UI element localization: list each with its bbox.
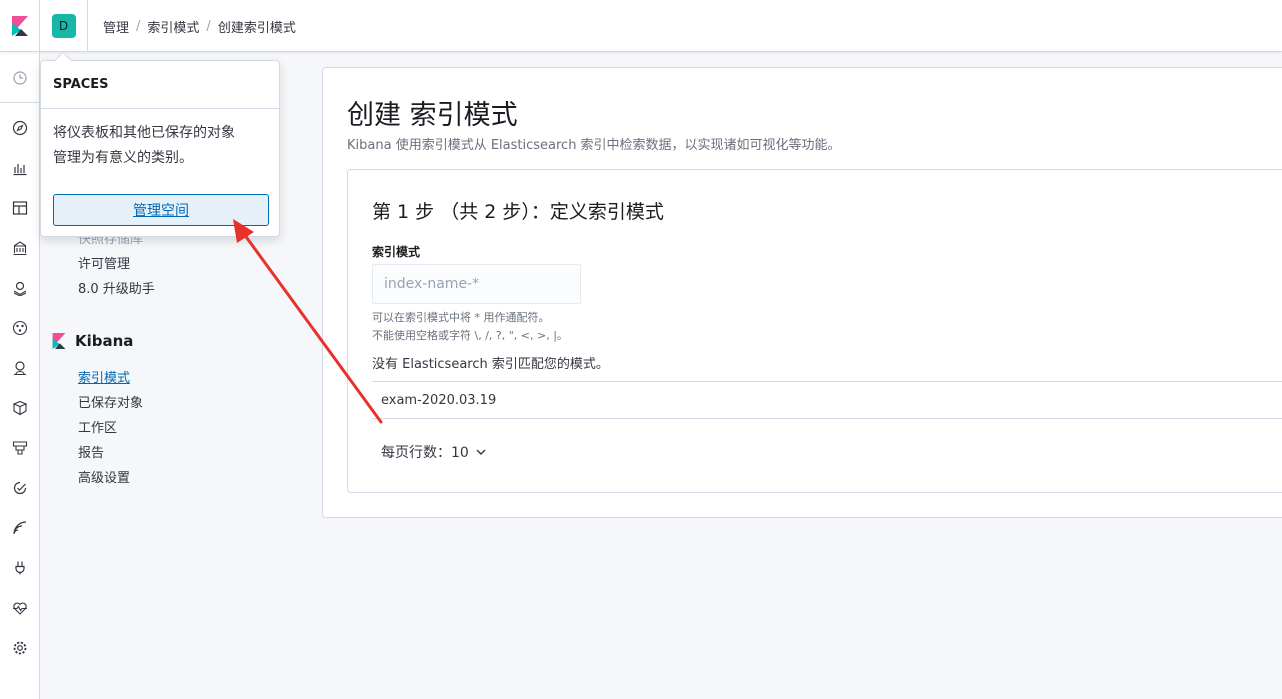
sidenav-group-kibana: Kibana: [52, 332, 133, 350]
machine-learning-icon[interactable]: [0, 308, 40, 348]
siem-icon[interactable]: [0, 508, 40, 548]
page-description: Kibana 使用索引模式从 Elasticsearch 索引中检索数据，以实现…: [347, 138, 841, 153]
manage-spaces-button[interactable]: 管理空间: [53, 194, 269, 226]
kibana-logo[interactable]: [0, 0, 40, 52]
infrastructure-icon[interactable]: [0, 348, 40, 388]
management-gear-icon[interactable]: [0, 628, 40, 668]
breadcrumb-current: 创建索引模式: [217, 21, 296, 36]
table-row: exam-2020.03.19: [372, 381, 1282, 419]
sidenav-item-reporting[interactable]: 报告: [78, 442, 104, 461]
maps-icon[interactable]: [0, 268, 40, 308]
dev-tools-icon[interactable]: [0, 548, 40, 588]
nav-divider: [0, 102, 40, 103]
sidenav-item-advanced-settings[interactable]: 高级设置: [78, 467, 130, 486]
sidenav-item-spaces[interactable]: 工作区: [78, 417, 117, 436]
sidenav-item-saved-objects[interactable]: 已保存对象: [78, 392, 143, 411]
popover-description-line: 将仪表板和其他已保存的对象: [53, 125, 235, 141]
chevron-down-icon: [476, 449, 486, 455]
kibana-logo-icon: [11, 16, 28, 36]
index-pattern-input[interactable]: [372, 264, 581, 304]
index-pattern-label: 索引模式: [372, 245, 421, 259]
step-title: 第 1 步 （共 2 步）：定义索引模式: [372, 201, 664, 223]
popover-title: SPACES: [53, 77, 109, 92]
help-text-wildcard: 可以在索引模式中将 * 用作通配符。: [372, 311, 550, 324]
popover-description-line: 管理为有意义的类别。: [53, 150, 193, 166]
no-match-message: 没有 Elasticsearch 索引匹配您的模式。: [372, 357, 609, 372]
page-title: 创建 索引模式: [347, 100, 518, 131]
help-text-invalid-chars: 不能使用空格或字符 \, /, ?, ", <, >, |。: [372, 329, 568, 342]
uptime-icon[interactable]: [0, 468, 40, 508]
spaces-popover: SPACES 将仪表板和其他已保存的对象 管理为有意义的类别。 管理空间: [40, 51, 280, 237]
space-avatar[interactable]: D: [51, 14, 76, 38]
dashboard-icon[interactable]: [0, 188, 40, 228]
sidenav-item-upgrade-assistant[interactable]: 8.0 升级助手: [78, 278, 155, 297]
popover-description: 将仪表板和其他已保存的对象 管理为有意义的类别。: [53, 121, 273, 171]
kibana-logo-icon: [52, 333, 66, 349]
breadcrumb-management[interactable]: 管理: [103, 17, 129, 36]
sidenav-group-title: Kibana: [75, 332, 134, 350]
left-icon-nav: [0, 52, 40, 699]
space-selector[interactable]: D: [40, 0, 88, 52]
stack-monitoring-icon[interactable]: [0, 588, 40, 628]
rows-per-page-button[interactable]: 每页行数：10: [381, 442, 487, 462]
logs-icon[interactable]: [0, 388, 40, 428]
top-header: D 管理 / 索引模式 / 创建索引模式: [0, 0, 1282, 52]
sidenav-item-license[interactable]: 许可管理: [78, 253, 130, 272]
breadcrumb-index-patterns[interactable]: 索引模式: [147, 17, 199, 36]
canvas-icon[interactable]: [0, 228, 40, 268]
discover-compass-icon[interactable]: [0, 108, 40, 148]
breadcrumb-separator: /: [136, 19, 141, 34]
popover-divider: [41, 108, 279, 109]
sidenav-item-index-patterns[interactable]: 索引模式: [78, 367, 130, 386]
breadcrumb: 管理 / 索引模式 / 创建索引模式: [103, 17, 296, 36]
apm-icon[interactable]: [0, 428, 40, 468]
index-name: exam-2020.03.19: [381, 392, 497, 408]
breadcrumb-separator: /: [206, 19, 211, 34]
visualize-chart-icon[interactable]: [0, 148, 40, 188]
rows-per-page-label: 每页行数：10: [381, 445, 469, 461]
recent-clock-icon[interactable]: [0, 58, 40, 98]
